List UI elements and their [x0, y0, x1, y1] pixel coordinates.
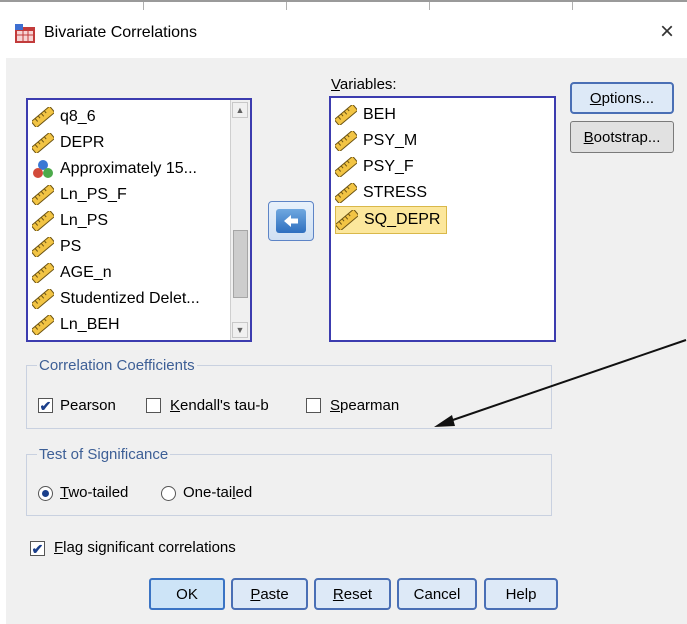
variable-list-item[interactable]: Ln_PS_F [32, 182, 127, 208]
nominal-balls-icon [33, 160, 53, 178]
scale-ruler-icon [335, 183, 357, 203]
variables-label: Variables: [331, 76, 397, 93]
variable-label: Studentized Delet... [60, 290, 200, 307]
variable-label: DEPR [60, 134, 105, 151]
window-title: Bivariate Correlations [44, 24, 197, 41]
variable-label: PSY_M [363, 132, 418, 149]
paste-button[interactable]: Paste [231, 578, 308, 610]
two-tailed-radio[interactable] [38, 486, 53, 501]
scale-ruler-icon [32, 289, 54, 309]
cancel-button[interactable]: Cancel [397, 578, 477, 610]
spearman-checkbox[interactable] [306, 398, 321, 413]
scale-ruler-icon [32, 211, 54, 231]
variable-label: PS [60, 238, 82, 255]
test-of-significance-legend: Test of Significance [39, 446, 169, 463]
variable-label: Approximately 15... [60, 160, 197, 177]
variable-list-item[interactable]: Ln_PS [32, 208, 108, 234]
variable-label: SQ_DEPR [364, 211, 441, 228]
source-list-scrollbar[interactable]: ▲ ▼ [230, 100, 250, 340]
scale-ruler-icon [32, 133, 54, 153]
variable-list-item[interactable]: PS [32, 234, 81, 260]
arrow-left-icon [276, 209, 306, 233]
spearman-label[interactable]: Spearman [330, 397, 399, 414]
variables-list[interactable]: BEH PSY_M PSY_F STRESS SQ_DEPR [329, 96, 556, 342]
variable-label: Ln_PS [60, 212, 109, 229]
scroll-thumb[interactable] [233, 230, 248, 298]
variable-list-item[interactable]: STRESS [335, 180, 427, 206]
one-tailed-label[interactable]: One-tailed [183, 484, 252, 501]
scale-ruler-icon [335, 157, 357, 177]
variable-list-item[interactable]: PSY_M [335, 128, 417, 154]
ok-button[interactable]: OK [149, 578, 225, 610]
source-variable-list[interactable]: q8_6 DEPR Approximately 15... Ln_PS_F Ln_PS P… [26, 98, 252, 342]
scale-ruler-icon [32, 237, 54, 257]
kendall-label[interactable]: Kendall's tau-b [170, 397, 269, 414]
variable-label: BEH [363, 106, 396, 123]
kendall-checkbox[interactable] [146, 398, 161, 413]
reset-button[interactable]: Reset [314, 578, 391, 610]
variable-label: Ln_PS_F [60, 186, 127, 203]
variable-label: PSY_F [363, 158, 414, 175]
top-tick [572, 2, 573, 10]
test-of-significance-group: Test of Significance [26, 446, 552, 516]
two-tailed-label[interactable]: Two-tailed [60, 484, 128, 501]
move-variable-button[interactable] [268, 201, 314, 241]
scale-ruler-icon [32, 263, 54, 283]
scale-ruler-icon [336, 210, 358, 230]
top-tick [286, 2, 287, 10]
top-border [0, 0, 687, 2]
pearson-checkbox[interactable]: ✔ [38, 398, 53, 413]
flag-significant-label[interactable]: Flag significant correlations [54, 539, 236, 556]
scale-ruler-icon [335, 105, 357, 125]
variable-list-item[interactable]: AGE_n [32, 260, 112, 286]
variable-label: AGE_n [60, 264, 112, 281]
variable-list-item[interactable]: Studentized Delet... [32, 286, 200, 312]
flag-significant-checkbox[interactable]: ✔ [30, 541, 45, 556]
variable-list-item[interactable]: PSY_F [335, 154, 414, 180]
scale-ruler-icon [335, 131, 357, 151]
bootstrap-button[interactable]: Bootstrap... [570, 121, 674, 153]
scale-ruler-icon [32, 185, 54, 205]
variable-list-item[interactable]: DEPR [32, 130, 104, 156]
pearson-label[interactable]: Pearson [60, 397, 116, 414]
scroll-down-arrow-icon[interactable]: ▼ [232, 322, 248, 338]
variable-label: Ln_BEH [60, 316, 120, 333]
help-button[interactable]: Help [484, 578, 558, 610]
variable-list-item[interactable]: Approximately 15... [32, 156, 197, 182]
title-bar: Bivariate Correlations × [0, 10, 687, 56]
variable-list-item[interactable]: q8_6 [32, 104, 96, 130]
variable-label: q8_6 [60, 108, 96, 125]
close-icon[interactable]: × [660, 18, 674, 46]
top-tick [429, 2, 430, 10]
options-button[interactable]: Options... [570, 82, 674, 114]
variable-list-item[interactable]: BEH [335, 102, 396, 128]
scroll-up-arrow-icon[interactable]: ▲ [232, 102, 248, 118]
scale-ruler-icon [32, 315, 54, 335]
scale-ruler-icon [32, 107, 54, 127]
variable-list-item[interactable]: SQ_DEPR [335, 206, 448, 234]
correlation-coefficients-legend: Correlation Coefficients [39, 357, 195, 374]
variable-label: STRESS [363, 184, 428, 201]
spss-app-icon [15, 24, 35, 43]
correlation-coefficients-group: Correlation Coefficients [26, 357, 552, 429]
one-tailed-radio[interactable] [161, 486, 176, 501]
variable-list-item[interactable]: Ln_BEH [32, 312, 120, 338]
top-tick [143, 2, 144, 10]
